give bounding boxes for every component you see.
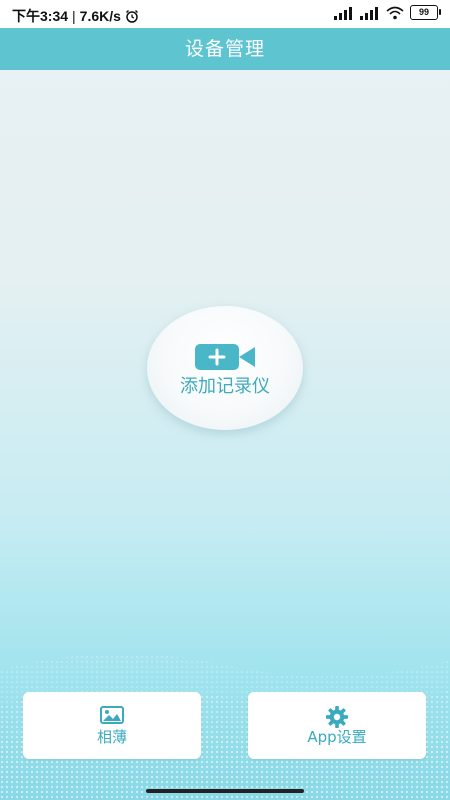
- album-label: 相薄: [96, 728, 127, 746]
- status-bar: 下午3:34 | 7.6K/s 99: [0, 0, 450, 28]
- page-title: 设备管理: [184, 38, 265, 60]
- status-time: 下午3:34: [12, 8, 69, 24]
- app-settings-button[interactable]: App设置: [248, 692, 426, 759]
- add-recorder-button[interactable]: 添加记录仪: [147, 306, 303, 430]
- video-camera-plus-icon: [195, 344, 255, 370]
- status-net-speed: 7.6K/s: [79, 8, 121, 24]
- gear-icon: [326, 706, 348, 728]
- signal-icon: [334, 6, 354, 20]
- status-left: 下午3:34 | 7.6K/s: [12, 6, 139, 26]
- image-icon: [100, 706, 124, 724]
- status-right: 99: [334, 5, 441, 20]
- add-recorder-label: 添加记录仪: [180, 376, 270, 397]
- app-bar: 设备管理: [0, 28, 450, 70]
- status-separator: |: [72, 8, 76, 24]
- album-button[interactable]: 相薄: [23, 692, 201, 759]
- alarm-clock-icon: [125, 10, 138, 23]
- battery-level: 99: [418, 7, 429, 17]
- signal-icon: [360, 6, 380, 20]
- screen: 下午3:34 | 7.6K/s 99 设备管理 添加记录仪 相薄 App设置: [0, 0, 450, 800]
- app-settings-label: App设置: [307, 728, 367, 746]
- wifi-icon: [386, 6, 404, 19]
- home-indicator[interactable]: [146, 789, 304, 793]
- battery-icon: 99: [410, 5, 441, 20]
